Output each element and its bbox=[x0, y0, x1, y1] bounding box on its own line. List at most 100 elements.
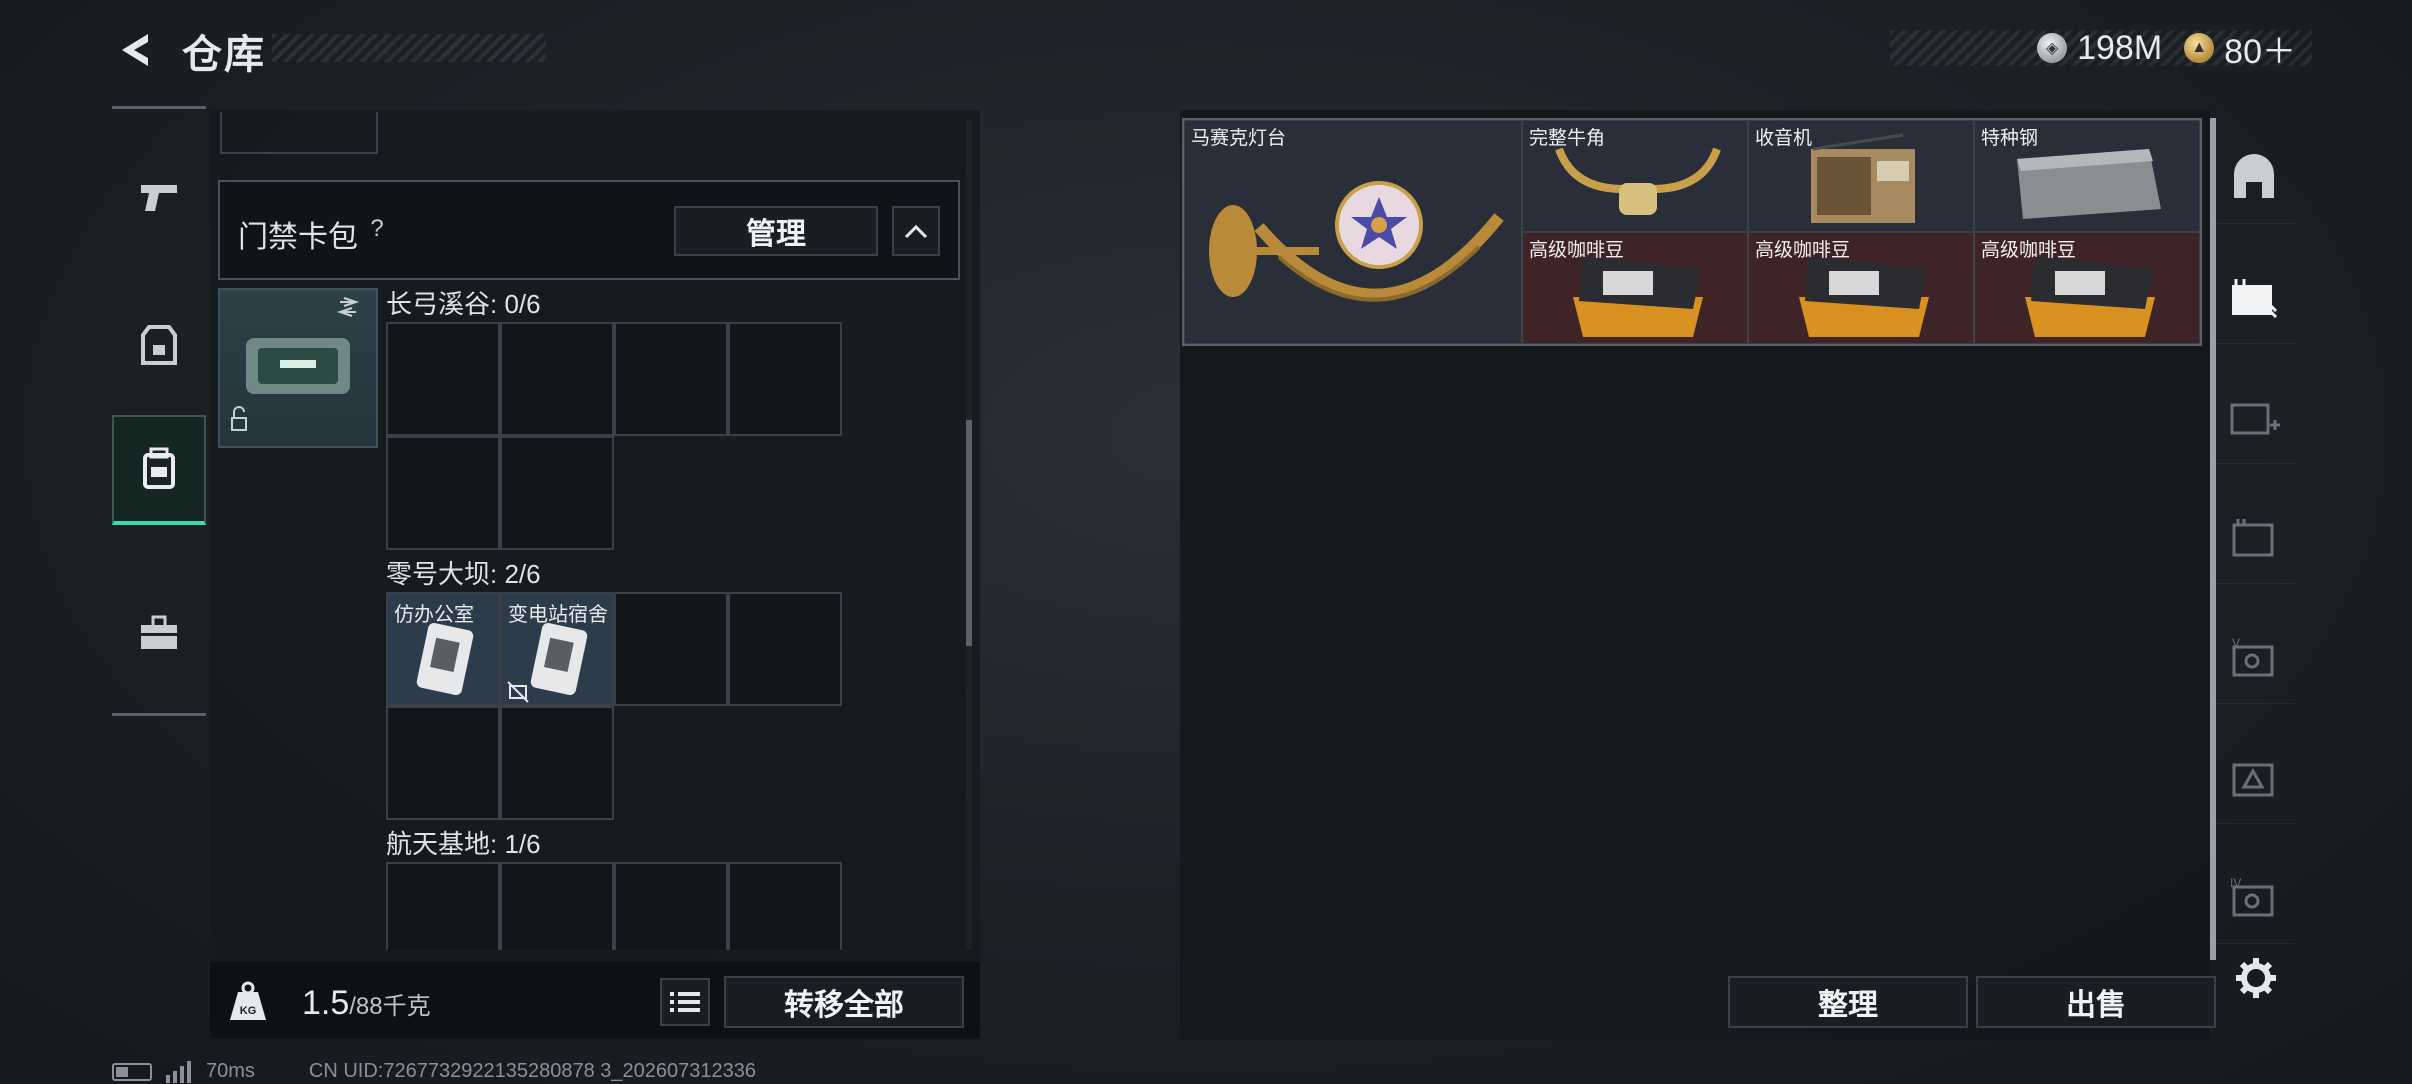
chevron-up-icon bbox=[904, 224, 928, 239]
no-transfer-icon bbox=[507, 681, 529, 703]
card-slot[interactable] bbox=[386, 862, 500, 950]
card-pack-title: 门禁卡包 bbox=[238, 221, 358, 254]
weight-readout: 1.5/88千克 bbox=[302, 984, 431, 1023]
toolbox-icon bbox=[141, 615, 177, 649]
card-slot[interactable] bbox=[386, 322, 500, 436]
storage-item-horn[interactable]: 完整牛角 bbox=[1522, 120, 1748, 232]
list-icon bbox=[670, 992, 700, 1012]
back-arrow-icon bbox=[122, 34, 148, 66]
battery-icon bbox=[112, 1062, 152, 1081]
pistol-icon bbox=[141, 185, 177, 211]
armor-vest-icon bbox=[141, 325, 177, 365]
stash-tab-icon bbox=[2232, 278, 2278, 318]
title-decoration bbox=[272, 34, 546, 62]
stash-tri-icon bbox=[2232, 763, 2274, 796]
storage-item-coffee[interactable]: 高级咖啡豆 bbox=[1522, 232, 1748, 344]
add-stash-icon bbox=[2230, 403, 2280, 434]
storage-item-coffee[interactable]: 高级咖啡豆 bbox=[1748, 232, 1974, 344]
tab-stash-tri[interactable] bbox=[2214, 732, 2294, 824]
tab-stash-v[interactable]: V bbox=[2214, 612, 2294, 704]
card-slot[interactable] bbox=[614, 862, 728, 950]
card-slot[interactable] bbox=[500, 862, 614, 950]
status-bar: 70ms CN UID:7267732922135280878 3_202607… bbox=[112, 1060, 756, 1083]
nav-weapons[interactable] bbox=[112, 149, 206, 245]
settings-button[interactable] bbox=[2234, 956, 2278, 1000]
silver-amount: 198M bbox=[2077, 28, 2163, 67]
radio-icon bbox=[1811, 133, 1915, 223]
nav-armor[interactable] bbox=[112, 297, 206, 393]
svg-text:V: V bbox=[2232, 636, 2240, 650]
transfer-all-button[interactable]: 转移全部 bbox=[724, 976, 964, 1028]
keycard-icon bbox=[530, 623, 588, 695]
weight-current: 1.5 bbox=[302, 984, 350, 1022]
nav-backpack[interactable] bbox=[112, 415, 206, 525]
silver-currency[interactable]: ◈ 198M bbox=[2037, 29, 2162, 68]
uid-readout: CN UID:7267732922135280878 3_20260731233… bbox=[308, 1060, 756, 1082]
section-label-spacebase: 航天基地: 1/6 bbox=[386, 829, 541, 859]
keycard-icon bbox=[416, 623, 474, 695]
keycard-slot[interactable]: 仿办公室 bbox=[386, 592, 500, 706]
collapse-button[interactable] bbox=[892, 206, 940, 256]
card-slot[interactable] bbox=[386, 706, 500, 820]
section-label-longbow: 长弓溪谷: 0/6 bbox=[386, 289, 541, 319]
gold-amount: 80＋ bbox=[2224, 32, 2296, 71]
storage-item-mosaic-lamp[interactable]: 马赛克灯台 bbox=[1184, 120, 1522, 344]
coffee-bag-icon bbox=[2025, 257, 2155, 337]
gold-coin-icon: ▲ bbox=[2184, 33, 2215, 63]
nav-toolbox[interactable] bbox=[112, 585, 206, 681]
weight-icon: KG bbox=[226, 980, 270, 1024]
card-slot[interactable] bbox=[500, 706, 614, 820]
list-view-button[interactable] bbox=[660, 978, 710, 1026]
card-slot[interactable] bbox=[614, 322, 728, 436]
sell-button[interactable]: 出售 bbox=[1976, 976, 2216, 1028]
card-slot[interactable] bbox=[614, 592, 728, 706]
coffee-bag-icon bbox=[1573, 257, 1703, 337]
page-title: 仓库 bbox=[182, 33, 266, 77]
manage-button[interactable]: 管理 bbox=[674, 206, 878, 256]
card-slot[interactable] bbox=[728, 322, 842, 436]
card-slot[interactable] bbox=[386, 436, 500, 550]
tab-stash-2[interactable] bbox=[2214, 492, 2294, 584]
svg-text:IV: IV bbox=[2230, 876, 2241, 890]
weight-max: /88千克 bbox=[349, 993, 431, 1020]
card-pack-item[interactable] bbox=[218, 288, 378, 448]
steel-ingot-icon bbox=[2017, 149, 2161, 219]
coffee-bag-icon bbox=[1799, 257, 1929, 337]
stash-V-icon: V bbox=[2232, 636, 2274, 676]
help-icon[interactable]: ? bbox=[360, 212, 394, 246]
storage-item-steel[interactable]: 特种钢 bbox=[1974, 120, 2200, 232]
horn-icon bbox=[1555, 147, 1721, 215]
backpack-icon bbox=[143, 447, 175, 489]
storage-tab-nav: V IV bbox=[2214, 118, 2294, 958]
silver-coin-icon: ◈ bbox=[2037, 33, 2068, 63]
back-button[interactable] bbox=[112, 28, 156, 72]
tab-vault[interactable] bbox=[2214, 132, 2294, 224]
partial-slot bbox=[220, 112, 378, 154]
gold-currency[interactable]: ▲ 80＋ bbox=[2184, 24, 2296, 73]
ping-readout: 70ms bbox=[206, 1060, 255, 1082]
signal-icon bbox=[166, 1060, 191, 1083]
sort-button[interactable]: 整理 bbox=[1728, 976, 1968, 1028]
storage-item-coffee[interactable]: 高级咖啡豆 bbox=[1974, 232, 2200, 344]
svg-text:KG: KG bbox=[240, 1005, 257, 1017]
card-slot[interactable] bbox=[500, 322, 614, 436]
section-label-dam: 零号大坝: 2/6 bbox=[386, 559, 541, 589]
keycard-case-icon bbox=[231, 297, 360, 431]
vault-icon bbox=[2234, 153, 2274, 198]
item-name: 马赛克灯台 bbox=[1191, 128, 1287, 149]
left-scrollbar-thumb[interactable] bbox=[966, 420, 972, 646]
keycard-slot[interactable]: 变电站宿舍 bbox=[500, 592, 614, 706]
stash-IV-icon: IV bbox=[2230, 876, 2274, 916]
tab-stash-main[interactable] bbox=[2214, 252, 2294, 344]
left-category-nav bbox=[112, 106, 206, 716]
storage-item-radio[interactable]: 收音机 bbox=[1748, 120, 1974, 232]
gear-icon bbox=[2236, 958, 2276, 998]
currency-bar: ◈ 198M ▲ 80＋ bbox=[1890, 29, 2312, 71]
tab-stash-iv[interactable]: IV bbox=[2214, 852, 2294, 944]
tab-add-stash[interactable] bbox=[2214, 372, 2294, 464]
card-slot[interactable] bbox=[728, 862, 842, 950]
mosaic-lamp-icon bbox=[1209, 181, 1504, 302]
stash-2-icon bbox=[2232, 518, 2274, 556]
card-slot[interactable] bbox=[500, 436, 614, 550]
card-slot[interactable] bbox=[728, 592, 842, 706]
